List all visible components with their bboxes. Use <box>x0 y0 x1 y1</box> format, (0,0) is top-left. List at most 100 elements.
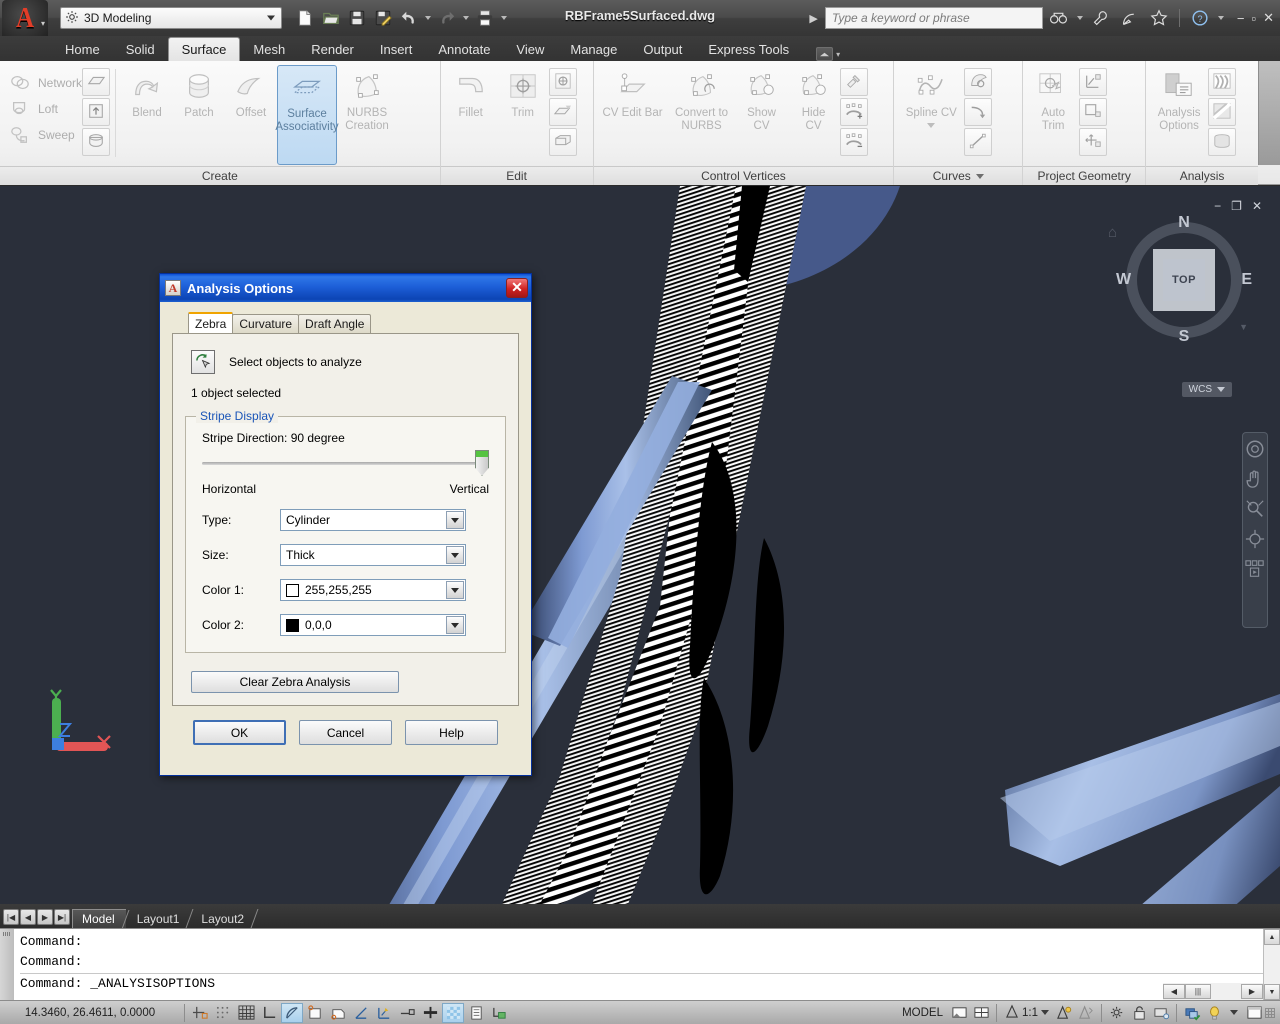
slider-thumb[interactable] <box>475 450 489 476</box>
workspace-gear-button[interactable] <box>1106 1003 1128 1023</box>
surface-offset-button[interactable]: Offset <box>225 65 277 120</box>
ok-button[interactable]: OK <box>193 720 286 745</box>
curve-extend-button[interactable] <box>964 98 992 126</box>
tab-manage[interactable]: Manage <box>557 37 630 61</box>
model-space-icon[interactable] <box>948 1003 970 1023</box>
tab-insert[interactable]: Insert <box>367 37 426 61</box>
lock-toolbars-button[interactable] <box>1128 1003 1150 1023</box>
surface-blend-button[interactable]: Blend <box>121 65 173 120</box>
resize-grip[interactable] <box>1265 1008 1275 1018</box>
help-dropdown-caret-icon[interactable] <box>1218 16 1224 20</box>
ribbon-scroll-right[interactable] <box>1258 61 1280 165</box>
tab-render[interactable]: Render <box>298 37 367 61</box>
surface-untrim-button[interactable] <box>549 68 577 96</box>
help-button[interactable]: Help <box>405 720 498 745</box>
extrude-button[interactable] <box>82 98 110 126</box>
layout-tab-layout1[interactable]: Layout1 <box>128 909 191 928</box>
selection-cycling-toggle[interactable] <box>488 1003 510 1023</box>
saveas-button[interactable] <box>371 6 395 30</box>
object-snap-tracking-toggle[interactable] <box>350 1003 372 1023</box>
surface-patch-button[interactable]: Patch <box>173 65 225 120</box>
satellite-dish-icon[interactable] <box>1117 5 1143 31</box>
compass-south-label[interactable]: S <box>1179 328 1190 346</box>
workspace-switcher-combo[interactable]: 3D Modeling <box>60 7 282 29</box>
nurbs-creation-button[interactable]: NURBS Creation <box>337 65 397 133</box>
surface-loft-button[interactable]: Loft <box>4 96 82 122</box>
chevron-down-icon[interactable] <box>976 174 984 179</box>
chevron-down-icon[interactable] <box>446 581 464 599</box>
tab-solid[interactable]: Solid <box>113 37 168 61</box>
next-layout-button[interactable]: ▶ <box>37 909 53 925</box>
search-input[interactable]: Type a keyword or phrase <box>825 7 1043 29</box>
surface-extend-button[interactable] <box>549 98 577 126</box>
close-window-button[interactable]: ✕ <box>1263 10 1274 26</box>
cv-edit-bar-button[interactable]: CV Edit Bar <box>598 65 668 120</box>
viewport-close-button[interactable]: ✕ <box>1252 199 1262 213</box>
show-cv-button[interactable]: Show CV <box>736 65 788 133</box>
curvature-analysis-button[interactable] <box>1208 98 1236 126</box>
dialog-tab-draft-angle[interactable]: Draft Angle <box>298 314 371 333</box>
minimize-window-button[interactable]: − <box>1237 11 1245 26</box>
surface-sweep-button[interactable]: Sweep <box>4 122 82 148</box>
surface-trim-button[interactable]: Trim <box>497 65 549 120</box>
isolate-objects-button[interactable] <box>1181 1003 1203 1023</box>
command-line-grip[interactable] <box>0 929 14 1000</box>
project-to-view-button[interactable] <box>1079 98 1107 126</box>
layout-tab-model[interactable]: Model <box>72 909 126 928</box>
restore-window-button[interactable]: ▫ <box>1251 11 1256 26</box>
tab-surface[interactable]: Surface <box>168 37 241 61</box>
ribbon-display-mode-icon[interactable] <box>816 47 833 61</box>
pan-hand-icon[interactable] <box>1245 469 1265 489</box>
infer-constraints-toggle[interactable] <box>189 1003 211 1023</box>
type-combo[interactable]: Cylinder <box>280 509 466 531</box>
chevron-down-icon[interactable] <box>1041 1010 1049 1015</box>
viewport-minimize-button[interactable]: − <box>1214 199 1221 213</box>
snap-mode-toggle[interactable] <box>212 1003 234 1023</box>
chevron-down-icon[interactable] <box>446 511 464 529</box>
tab-home[interactable]: Home <box>52 37 113 61</box>
chevron-down-icon[interactable] <box>927 123 935 128</box>
viewport-restore-button[interactable]: ❐ <box>1231 199 1242 213</box>
object-snap-toggle[interactable] <box>304 1003 326 1023</box>
zoom-extents-icon[interactable] <box>1245 499 1265 519</box>
redo-dropdown-caret-icon[interactable] <box>463 16 469 20</box>
redo-button[interactable] <box>435 6 459 30</box>
chevron-down-icon[interactable] <box>446 546 464 564</box>
blend-curve-button[interactable] <box>964 128 992 156</box>
undo-button[interactable] <box>397 6 421 30</box>
polar-tracking-toggle[interactable] <box>281 1003 303 1023</box>
undo-dropdown-caret-icon[interactable] <box>425 16 431 20</box>
cancel-button[interactable]: Cancel <box>299 720 392 745</box>
viewcube-top-face[interactable]: TOP <box>1153 249 1215 311</box>
drawing-viewport[interactable]: − ❐ ✕ ⌂ N S E W TOP ▼ WCS <box>0 186 1280 904</box>
stripe-direction-slider[interactable] <box>202 455 489 473</box>
dialog-close-button[interactable]: ✕ <box>506 278 528 298</box>
lineweight-toggle[interactable] <box>419 1003 441 1023</box>
star-icon[interactable] <box>1146 5 1172 31</box>
revolve-button[interactable] <box>82 128 110 156</box>
scroll-down-button[interactable]: ▼ <box>1264 984 1280 1000</box>
clean-screen-button[interactable] <box>1243 1003 1265 1023</box>
tab-mesh[interactable]: Mesh <box>240 37 298 61</box>
ucs-selector-button[interactable]: WCS <box>1182 382 1232 397</box>
command-vertical-scrollbar[interactable]: ▲ ▼ <box>1263 929 1280 1000</box>
scroll-right-button[interactable]: ▶ <box>1241 984 1263 999</box>
new-button[interactable] <box>293 6 317 30</box>
transparency-toggle[interactable] <box>442 1003 464 1023</box>
model-space-button[interactable]: MODEL <box>897 1007 948 1019</box>
color2-combo[interactable]: 0,0,0 <box>280 614 466 636</box>
draft-analysis-button[interactable] <box>1208 128 1236 156</box>
help-question-icon[interactable]: ? <box>1187 5 1213 31</box>
color1-combo[interactable]: 255,255,255 <box>280 579 466 601</box>
first-layout-button[interactable]: |◀ <box>3 909 19 925</box>
wrench-icon[interactable] <box>1088 5 1114 31</box>
surface-network-button[interactable]: Network <box>4 70 82 96</box>
orbit-icon[interactable] <box>1245 529 1265 549</box>
command-line-area[interactable]: Command: Command: Command: _ANALYSISOPTI… <box>0 928 1280 1000</box>
surface-associativity-button[interactable]: Surface Associativity <box>277 65 337 165</box>
scroll-left-button[interactable]: ◀ <box>1163 984 1185 999</box>
analysis-options-dialog[interactable]: A Analysis Options ✕ Zebra Curvature Dra… <box>159 273 532 776</box>
last-layout-button[interactable]: ▶| <box>54 909 70 925</box>
project-to-ucs-button[interactable] <box>1079 68 1107 96</box>
plot-button[interactable] <box>473 6 497 30</box>
